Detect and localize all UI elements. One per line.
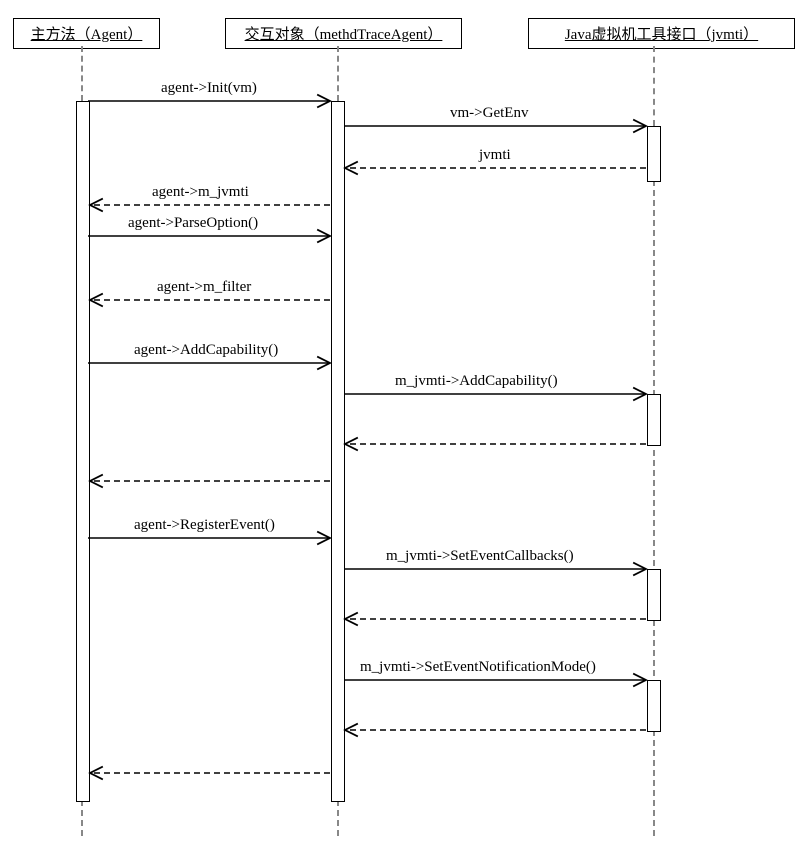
- msg-getenv: vm->GetEnv: [450, 105, 528, 122]
- msg-addcapability: agent->AddCapability(): [134, 342, 278, 359]
- msg-seteventcallbacks: m_jvmti->SetEventCallbacks(): [386, 548, 574, 565]
- msg-seteventnotificationmode: m_jvmti->SetEventNotificationMode(): [360, 659, 596, 676]
- msg-m-filter: agent->m_filter: [157, 279, 251, 296]
- msg-registerevent: agent->RegisterEvent(): [134, 517, 275, 534]
- msg-m-jvmti: agent->m_jvmti: [152, 184, 249, 201]
- msg-jvmti-return: jvmti: [479, 147, 511, 164]
- msg-init: agent->Init(vm): [161, 80, 257, 97]
- msg-jvmti-addcapability: m_jvmti->AddCapability(): [395, 373, 558, 390]
- arrows: [0, 0, 800, 842]
- sequence-diagram: 主方法（Agent） 交互对象（methdTraceAgent） Java虚拟机…: [0, 0, 800, 842]
- msg-parseoption: agent->ParseOption(): [128, 215, 258, 232]
